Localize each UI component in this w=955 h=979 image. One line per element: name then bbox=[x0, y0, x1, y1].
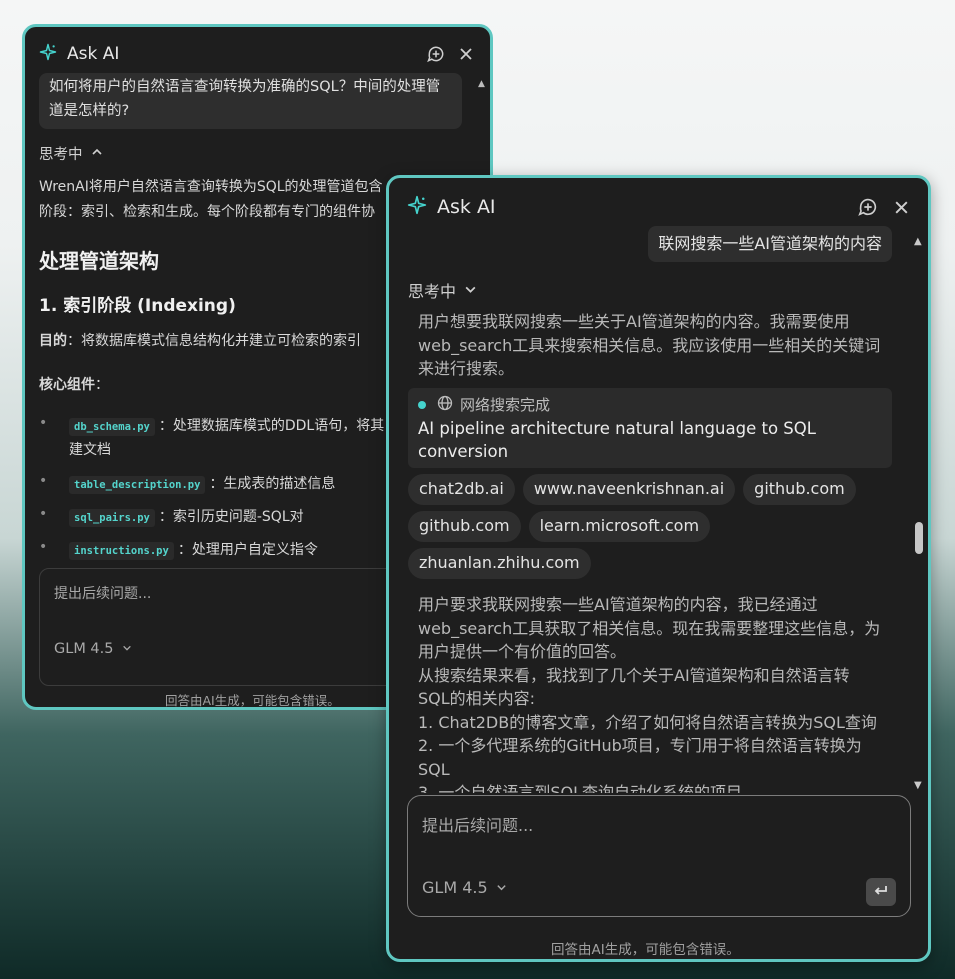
reasoning-line: web_search工具获取了相关信息。现在我需要整理这些信息，为 bbox=[418, 618, 881, 638]
scroll-up-icon[interactable]: ▲ bbox=[478, 79, 488, 89]
reasoning-line: SQL bbox=[418, 759, 450, 779]
list-item-text-cont: 建文档 bbox=[69, 442, 111, 458]
reasoning-line: 1. Chat2DB的博客文章，介绍了如何将自然语言转换为SQL查询 bbox=[418, 712, 877, 732]
chevron-up-icon bbox=[91, 146, 103, 162]
scroll-up-icon[interactable]: ▲ bbox=[914, 236, 922, 247]
search-status-text: 网络搜索完成 bbox=[460, 396, 551, 414]
source-chip[interactable]: github.com bbox=[408, 511, 521, 542]
disclaimer: 回答由AI生成，可能包含错误。 bbox=[165, 693, 340, 708]
send-button[interactable] bbox=[866, 878, 896, 906]
followup-input[interactable]: 提出后续问题... GLM 4.5 bbox=[407, 795, 911, 917]
scrollbar[interactable]: ▲ bbox=[478, 79, 488, 89]
close-icon[interactable] bbox=[458, 46, 474, 62]
source-chip[interactable]: chat2db.ai bbox=[408, 474, 515, 505]
purpose-label: 目的 bbox=[39, 333, 67, 349]
ask-ai-panel-front: Ask AI 联网搜索一些AI管道架构的内容 思考中 用户想要我联网搜索一些关于… bbox=[386, 175, 931, 962]
purpose-line: 目的：将数据库模式信息结构化并建立可检索的索引 bbox=[39, 330, 361, 350]
list-item: • sql_pairs.py ：索引历史问题-SQL对 bbox=[39, 506, 304, 527]
new-chat-icon[interactable] bbox=[857, 196, 879, 218]
scrollbar-thumb[interactable] bbox=[915, 522, 923, 554]
search-query-line: conversion bbox=[418, 442, 509, 461]
chevron-down-icon bbox=[122, 641, 132, 657]
chevron-down-icon bbox=[464, 281, 477, 300]
panel-title: Ask AI bbox=[67, 44, 120, 64]
reasoning-block: 用户想要我联网搜索一些关于AI管道架构的内容。我需要使用 web_search工… bbox=[418, 310, 898, 381]
scroll-down-icon[interactable]: ▼ bbox=[914, 780, 922, 791]
user-message-bubble: 联网搜索一些AI管道架构的内容 bbox=[648, 226, 892, 262]
code-file: instructions.py bbox=[69, 542, 174, 560]
chevron-down-icon bbox=[496, 878, 507, 897]
list-item-text: ：索引历史问题-SQL对 bbox=[158, 509, 304, 525]
model-name: GLM 4.5 bbox=[54, 641, 114, 657]
model-name: GLM 4.5 bbox=[422, 878, 488, 897]
answer-heading: 处理管道架构 bbox=[39, 249, 159, 273]
source-chips: chat2db.ai www.naveenkrishnan.ai github.… bbox=[408, 474, 898, 579]
model-selector[interactable]: GLM 4.5 bbox=[54, 641, 132, 657]
enter-icon bbox=[873, 883, 889, 902]
sparkle-icon bbox=[39, 43, 57, 65]
close-icon[interactable] bbox=[893, 199, 910, 216]
sparkle-icon bbox=[407, 195, 427, 219]
disclaimer: 回答由AI生成，可能包含错误。 bbox=[551, 942, 740, 958]
reasoning-block: 用户要求我联网搜索一些AI管道架构的内容，我已经通过 web_search工具获… bbox=[418, 593, 898, 793]
reasoning-line: 用户提供一个有价值的回答。 bbox=[418, 642, 627, 661]
status-dot bbox=[418, 400, 426, 409]
search-status: 网络搜索完成 bbox=[418, 394, 882, 415]
purpose-text: ：将数据库模式信息结构化并建立可检索的索引 bbox=[67, 333, 361, 349]
thinking-label: 思考中 bbox=[408, 282, 457, 301]
section-heading: 1. 索引阶段 (Indexing) bbox=[39, 296, 236, 316]
input-placeholder: 提出后续问题... bbox=[54, 586, 152, 602]
code-file: table_description.py bbox=[69, 476, 206, 494]
source-chip[interactable]: zhuanlan.zhihu.com bbox=[408, 548, 591, 579]
source-chip[interactable]: github.com bbox=[743, 474, 856, 505]
code-file: db_schema.py bbox=[69, 418, 155, 436]
list-item: • table_description.py ：生成表的描述信息 bbox=[39, 473, 336, 494]
web-search-card: 网络搜索完成 AI pipeline architecture natural … bbox=[408, 388, 892, 468]
scrollbar[interactable]: ▲ ▼ bbox=[912, 234, 926, 796]
list-item-text: ：处理数据库模式的DDL语句，将其 bbox=[158, 418, 385, 434]
model-selector[interactable]: GLM 4.5 bbox=[422, 878, 507, 897]
reasoning-line: 来进行搜索。 bbox=[418, 359, 515, 378]
core-colon: ： bbox=[95, 377, 109, 393]
core-components-line: 核心组件： bbox=[39, 374, 109, 394]
reasoning-line: 从搜索结果来看，我找到了几个关于AI管道架构和自然语言转 bbox=[418, 665, 850, 685]
reasoning-line: 2. 一个多代理系统的GitHub项目，专门用于将自然语言转换为 bbox=[418, 736, 862, 755]
globe-icon bbox=[437, 395, 453, 415]
reasoning-line: 用户要求我联网搜索一些AI管道架构的内容，我已经通过 bbox=[418, 595, 818, 614]
panel-title: Ask AI bbox=[437, 196, 496, 218]
source-chip[interactable]: www.naveenkrishnan.ai bbox=[522, 474, 736, 505]
search-query-line: AI pipeline architecture natural languag… bbox=[418, 419, 816, 438]
thinking-toggle[interactable]: 思考中 bbox=[39, 143, 103, 164]
new-chat-icon[interactable] bbox=[426, 44, 446, 64]
reasoning-line: 用户想要我联网搜索一些关于AI管道架构的内容。我需要使用 bbox=[418, 312, 850, 331]
reasoning-line: 3. 一个自然语言到SQL查询自动化系统的项目 bbox=[418, 783, 743, 793]
list-item-text: ：处理用户自定义指令 bbox=[177, 542, 318, 558]
thinking-label: 思考中 bbox=[39, 147, 83, 163]
list-item: • db_schema.py ：处理数据库模式的DDL语句，将其 建文档 bbox=[39, 415, 385, 458]
list-item: • instructions.py ：处理用户自定义指令 bbox=[39, 539, 318, 560]
list-item-text: ：生成表的描述信息 bbox=[209, 476, 336, 492]
source-chip[interactable]: learn.microsoft.com bbox=[528, 511, 711, 542]
code-file: sql_pairs.py bbox=[69, 509, 155, 527]
input-placeholder: 提出后续问题... bbox=[422, 816, 534, 835]
reasoning-line: web_search工具来搜索相关信息。我应该使用一些相关的关键词 bbox=[418, 335, 881, 355]
thinking-toggle[interactable]: 思考中 bbox=[408, 278, 477, 302]
reasoning-line: SQL的相关内容: bbox=[418, 689, 536, 708]
core-label: 核心组件 bbox=[39, 377, 95, 393]
search-query: AI pipeline architecture natural languag… bbox=[418, 417, 882, 463]
user-question-bubble: 如何将用户的自然语言查询转换为准确的SQL？中间的处理管道是怎样的? bbox=[39, 73, 462, 129]
